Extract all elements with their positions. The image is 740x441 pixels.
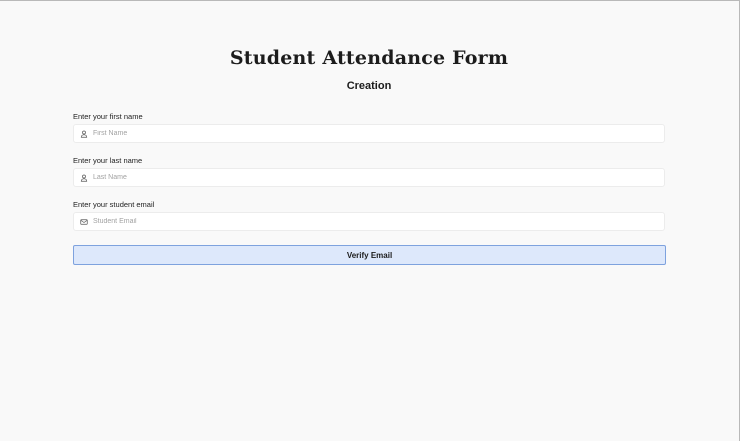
student-email-input[interactable] [92,213,664,230]
verify-email-button[interactable]: Verify Email [73,245,666,265]
student-email-group: Enter your student email [73,200,665,244]
last-name-input-wrapper[interactable] [73,168,665,187]
attendance-form: Enter your first name Enter your last na… [73,112,665,244]
first-name-input[interactable] [92,125,664,142]
user-icon [76,169,92,186]
last-name-label: Enter your last name [73,156,143,165]
mail-icon [76,213,92,230]
page-subtitle: Creation [346,80,392,92]
first-name-input-wrapper[interactable] [73,124,665,143]
first-name-label: Enter your first name [73,112,143,121]
first-name-group: Enter your first name [73,112,665,156]
last-name-input[interactable] [92,169,664,186]
page-title: Student Attendance Form [229,47,509,69]
last-name-group: Enter your last name [73,156,665,200]
user-icon [76,125,92,142]
student-email-input-wrapper[interactable] [73,212,665,231]
student-email-label: Enter your student email [73,200,155,209]
